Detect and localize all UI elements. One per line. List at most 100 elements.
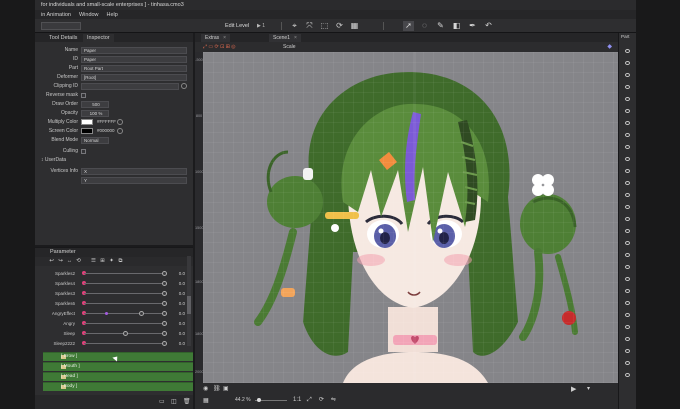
brush-tool-icon[interactable]: ✎ — [435, 21, 446, 31]
workspace-select[interactable] — [41, 22, 81, 30]
parameter-scroll-thumb[interactable] — [187, 296, 191, 314]
tab-tool-details[interactable]: Tool Details — [45, 34, 81, 42]
edit-level-stepper[interactable]: ▶ 1 — [257, 21, 265, 31]
eye-icon[interactable] — [625, 97, 630, 101]
param-row[interactable]: Sleep2222 0.0 — [35, 339, 187, 348]
param-row[interactable]: Sleep 0.0 — [35, 329, 187, 338]
vertices-y-input[interactable]: Y — [81, 177, 187, 184]
param-slider-knob[interactable] — [162, 341, 167, 346]
eye-icon[interactable] — [625, 145, 630, 149]
param-slider-knob[interactable] — [162, 271, 167, 276]
parameter-scrollbar[interactable] — [187, 256, 191, 346]
eye-icon[interactable] — [625, 205, 630, 209]
tab-extras[interactable]: Extras × — [201, 34, 231, 42]
param-slider-knob[interactable] — [123, 331, 128, 336]
eye-icon[interactable] — [625, 85, 630, 89]
param-slider-knob[interactable] — [162, 301, 167, 306]
pen-tool-icon[interactable]: ✒ — [467, 21, 478, 31]
eye-icon[interactable] — [625, 133, 630, 137]
deformer-select[interactable]: [Root] — [81, 74, 187, 81]
multiply-reset-icon[interactable] — [117, 119, 123, 125]
eye-icon[interactable] — [625, 73, 630, 77]
eraser-tool-icon[interactable]: ◧ — [451, 21, 462, 31]
warp-tool-icon[interactable]: ⬚ — [319, 21, 330, 31]
eye-icon[interactable] — [625, 373, 630, 377]
rotate-tool-icon[interactable]: ⟳ — [334, 21, 345, 31]
menu-help[interactable]: Help — [107, 12, 118, 18]
clipping-input[interactable] — [81, 83, 179, 90]
eye-icon[interactable] — [625, 169, 630, 173]
eye-icon[interactable] — [625, 313, 630, 317]
copy-icon[interactable]: ⧉ — [117, 258, 124, 265]
reverse-mask-checkbox[interactable] — [81, 92, 86, 98]
flip-icon[interactable]: ⇋ — [331, 396, 336, 404]
grid-icon[interactable]: ▦ — [203, 397, 209, 405]
param-slider-knob[interactable] — [162, 331, 167, 336]
param-row[interactable]: AngryEffect 0.0 — [35, 309, 187, 318]
eye-icon[interactable] — [625, 49, 630, 53]
new-part-icon[interactable]: ◫ — [171, 398, 177, 405]
param-slider-knob[interactable] — [162, 281, 167, 286]
vertices-x-input[interactable]: X — [81, 168, 187, 175]
tab-scene1[interactable]: Scene1 × — [269, 34, 301, 42]
param-row[interactable]: Angry 0.0 — [35, 319, 187, 328]
zoom-value[interactable]: 44.2 % — [235, 396, 251, 404]
options-icon[interactable]: ▾ — [587, 385, 590, 393]
close-icon[interactable]: × — [223, 35, 226, 41]
trash-icon[interactable]: 🗑 — [183, 398, 191, 405]
eye-icon[interactable] — [625, 349, 630, 353]
param-slider-knob[interactable] — [162, 321, 167, 326]
close-icon[interactable]: × — [294, 35, 297, 41]
multiply-color-swatch[interactable] — [81, 119, 93, 125]
zoom-slider-knob[interactable] — [257, 398, 261, 402]
link-icon[interactable]: ⛓ — [213, 385, 221, 393]
blend-mode-select[interactable]: Normal — [81, 137, 109, 144]
tab-inspector[interactable]: Inspector — [83, 34, 114, 42]
eye-icon[interactable] — [625, 193, 630, 197]
eye-icon[interactable] — [625, 61, 630, 65]
param-slider-knob[interactable] — [162, 291, 167, 296]
list-icon[interactable]: ☰ — [90, 258, 97, 265]
rotate-view-icon[interactable]: ⟳ — [319, 396, 324, 404]
selection-tool-icon[interactable]: ⌖ — [289, 21, 300, 31]
id-input[interactable]: Paper — [81, 56, 187, 63]
undo-icon[interactable]: ↩ — [48, 258, 55, 265]
eye-icon[interactable] — [625, 301, 630, 305]
eye-icon[interactable] — [625, 121, 630, 125]
eye-icon[interactable] — [625, 277, 630, 281]
draw-order-input[interactable]: 500 — [81, 101, 109, 108]
new-folder-icon[interactable]: ▭ — [159, 398, 165, 405]
part-row-mouth[interactable]: [ Mouth ] — [43, 362, 193, 371]
eye-icon[interactable] — [625, 181, 630, 185]
eye-icon[interactable] — [625, 229, 630, 233]
part-row-head[interactable]: [ Head ] — [43, 372, 193, 381]
param-slider-knob[interactable] — [162, 311, 167, 316]
eye-icon[interactable] — [625, 241, 630, 245]
clipping-settings-icon[interactable] — [181, 83, 187, 89]
lasso-tool-icon[interactable]: ◌ — [419, 21, 430, 31]
redo-icon[interactable]: ↪ — [57, 258, 64, 265]
frame-icon[interactable]: ▣ — [223, 385, 229, 393]
part-row-body[interactable]: [ Body ] — [43, 382, 193, 391]
ratio-label[interactable]: 1:1 — [293, 396, 301, 404]
camera-icon[interactable]: ◉ — [203, 385, 208, 393]
culling-checkbox[interactable] — [81, 148, 86, 154]
pin-icon[interactable]: ◆ — [607, 43, 612, 51]
param-row[interactable]: Sparkles6 0.0 — [35, 299, 187, 308]
link-icon[interactable]: ↔ — [66, 258, 73, 265]
add-parameter-icon[interactable]: ⊞ — [99, 258, 106, 265]
param-row[interactable]: Sparkles4 0.0 — [35, 279, 187, 288]
arrow-tool-icon[interactable]: ➚ — [403, 21, 414, 31]
fit-icon[interactable]: ⤢ — [307, 396, 312, 404]
deform-tool-icon[interactable]: ⤧ — [304, 21, 315, 31]
play-icon[interactable]: ▶ — [571, 385, 576, 393]
reset-icon[interactable]: ⟲ — [75, 258, 82, 265]
param-row[interactable]: Sparkles3 0.0 — [35, 289, 187, 298]
model-canvas[interactable] — [203, 52, 618, 383]
view-tool-icons[interactable]: ⤢ ▭ ⟳ ⊡ ⊞ ◎ — [203, 43, 236, 51]
eye-icon[interactable] — [625, 109, 630, 113]
mesh-tool-icon[interactable]: ▦ — [349, 21, 360, 31]
menu-animation[interactable]: in Animation — [41, 12, 71, 18]
curve-tool-icon[interactable]: ↶ — [483, 21, 494, 31]
eye-icon[interactable] — [625, 289, 630, 293]
